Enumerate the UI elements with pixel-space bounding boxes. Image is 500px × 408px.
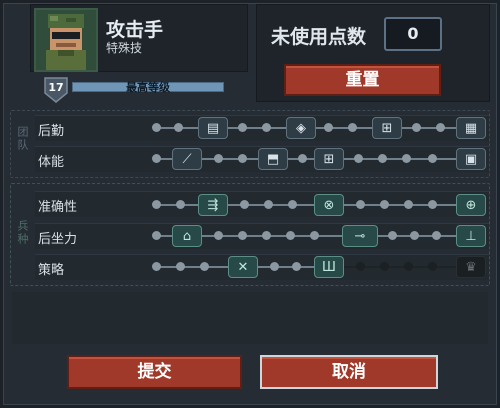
skill-dot[interactable]: [404, 200, 413, 209]
skill-dot[interactable]: [380, 200, 389, 209]
knife-icon[interactable]: ⟋: [172, 148, 202, 170]
skill-dot[interactable]: [214, 154, 223, 163]
shield-icon[interactable]: ◈: [286, 117, 316, 139]
boot-icon[interactable]: ⬒: [258, 148, 288, 170]
skill-dot[interactable]: [270, 262, 279, 271]
scope-icon[interactable]: ⊗: [314, 194, 344, 216]
skill-dot[interactable]: [436, 123, 445, 132]
row-label-logistics: 后勤: [38, 124, 65, 139]
skill-dot[interactable]: [412, 123, 421, 132]
grenade-icon[interactable]: ✕: [228, 256, 258, 278]
character-name: 攻击手: [106, 19, 164, 41]
skill-dot[interactable]: [354, 154, 363, 163]
group-label-arms: 兵种: [16, 220, 29, 246]
character-subclass: 特殊技: [106, 41, 143, 55]
skill-dot[interactable]: [152, 123, 161, 132]
supply-icon[interactable]: ▦: [456, 117, 486, 139]
skill-dot[interactable]: [410, 231, 419, 240]
submit-button[interactable]: 提交: [67, 355, 242, 389]
skill-dot[interactable]: [286, 231, 295, 240]
skill-dot[interactable]: [348, 123, 357, 132]
reset-button[interactable]: 重置: [284, 64, 441, 96]
medkit-icon[interactable]: ⊞: [372, 117, 402, 139]
soldier-avatar: [34, 8, 98, 72]
locked-skill-dot: [356, 262, 365, 271]
skill-track-recoil: ⌂ ⊸ ⊥: [152, 225, 486, 247]
skill-dot[interactable]: [356, 200, 365, 209]
skill-dot[interactable]: [176, 262, 185, 271]
skill-dot[interactable]: [240, 200, 249, 209]
row-label-recoil: 后坐力: [38, 232, 78, 247]
skill-dot[interactable]: [214, 231, 223, 240]
skill-dot[interactable]: [152, 262, 161, 271]
skill-dot[interactable]: [152, 231, 161, 240]
skill-dot[interactable]: [292, 262, 301, 271]
skill-dot[interactable]: [152, 200, 161, 209]
skill-track-tactics: ✕ Ш ♛: [152, 256, 486, 278]
locked-skill-dot: [428, 262, 437, 271]
skill-track-accuracy: ⇶ ⊗ ⊕: [152, 194, 486, 216]
bipod-icon[interactable]: ⊥: [456, 225, 486, 247]
points-label: 未使用点数: [271, 26, 367, 48]
skill-dot[interactable]: [264, 200, 273, 209]
bullet-icon[interactable]: ⇶: [198, 194, 228, 216]
skill-dot[interactable]: [238, 154, 247, 163]
skill-dot[interactable]: [238, 231, 247, 240]
skill-dot[interactable]: [378, 154, 387, 163]
skill-dot[interactable]: [288, 200, 297, 209]
skill-track-logistics: ▤ ◈ ⊞ ▦: [152, 117, 486, 139]
skill-dot[interactable]: [298, 154, 307, 163]
skill-dot[interactable]: [262, 231, 271, 240]
skill-dot[interactable]: [428, 154, 437, 163]
locked-skill-dot: [404, 262, 413, 271]
skill-dot[interactable]: [310, 231, 319, 240]
ammo-icon[interactable]: ▤: [198, 117, 228, 139]
grip-icon[interactable]: ⌂: [172, 225, 202, 247]
skill-dot[interactable]: [176, 200, 185, 209]
skill-track-stamina: ⟋ ⬒ ⊞ ▣: [152, 148, 486, 170]
rifle-icon[interactable]: ⊸: [342, 225, 378, 247]
bag-icon[interactable]: ▣: [456, 148, 486, 170]
skill-dot[interactable]: [432, 231, 441, 240]
skill-dot[interactable]: [262, 123, 271, 132]
skill-dot[interactable]: [428, 200, 437, 209]
row-label-stamina: 体能: [38, 155, 65, 170]
skill-dot[interactable]: [152, 154, 161, 163]
skill-dot[interactable]: [238, 123, 247, 132]
locked-skill-icon: ♛: [456, 256, 486, 278]
skill-dot[interactable]: [174, 123, 183, 132]
skill-dot[interactable]: [200, 262, 209, 271]
cancel-button[interactable]: 取消: [260, 355, 438, 389]
level-number: 17: [48, 81, 64, 94]
row-label-accuracy: 准确性: [38, 200, 78, 215]
skill-dot[interactable]: [324, 123, 333, 132]
level-status: 最高等级: [126, 81, 170, 94]
armor-icon[interactable]: ⊞: [314, 148, 344, 170]
points-value: 0: [384, 17, 442, 51]
group-label-team: 团队: [16, 126, 29, 152]
empty-panel: [12, 292, 488, 344]
claw-icon[interactable]: Ш: [314, 256, 344, 278]
skill-dot[interactable]: [402, 154, 411, 163]
row-label-tactics: 策略: [38, 263, 65, 278]
crosshair-icon[interactable]: ⊕: [456, 194, 486, 216]
skill-dot[interactable]: [388, 231, 397, 240]
locked-skill-dot: [380, 262, 389, 271]
